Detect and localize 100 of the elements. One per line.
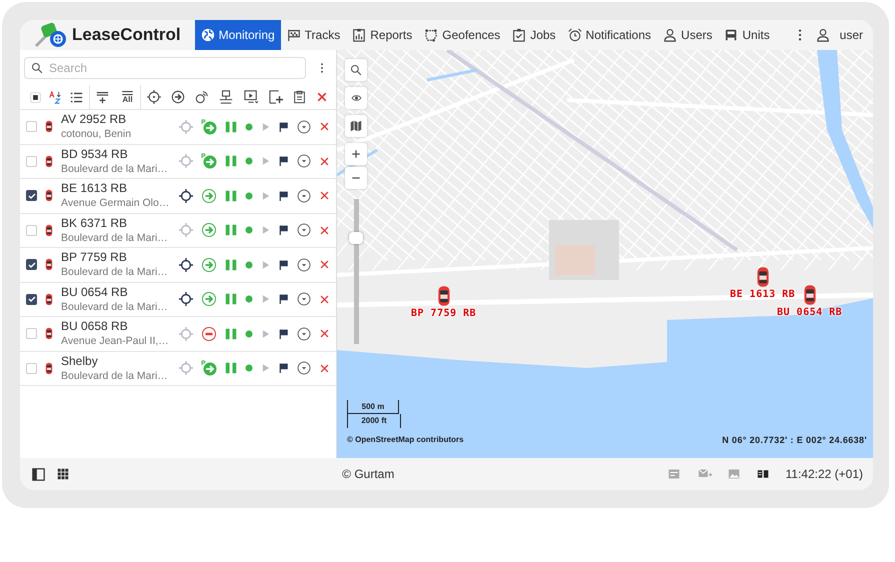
flag-button[interactable] [279,156,289,166]
unit-name[interactable]: AV 2952 RB [61,112,126,128]
unit-menu-button[interactable] [297,361,311,376]
add-frame-button[interactable] [269,90,283,104]
zoom-in-button[interactable] [345,143,367,165]
unit-state-button[interactable] [201,118,217,135]
map-search-button[interactable] [345,59,367,81]
locate-all-button[interactable] [147,90,161,104]
unit-state-button[interactable] [201,222,217,238]
flag-button[interactable] [279,260,289,270]
layout-button[interactable] [755,468,772,480]
remove-all-button[interactable] [316,91,328,103]
unit-state-button[interactable] [201,360,217,376]
pause-button[interactable] [225,326,237,341]
unit-name[interactable]: BK 6371 RB [61,216,128,231]
pause-button[interactable] [225,292,237,306]
nav-tab[interactable]: Notifications [562,20,658,50]
map-layers-button[interactable] [345,115,367,137]
unit-name[interactable]: BD 9534 RB [61,146,128,162]
gallery-button[interactable] [727,468,742,480]
unit-menu-button[interactable] [297,120,311,134]
flag-button[interactable] [279,225,289,236]
flag-icon [279,190,289,201]
network-button[interactable] [219,90,233,104]
unit-menu-button[interactable] [297,258,311,272]
commands-button[interactable] [293,90,306,104]
remove-unit-button[interactable] [319,156,330,167]
unit-checkbox[interactable] [26,259,37,270]
locate-button[interactable] [179,188,193,203]
unit-name[interactable]: BP 7759 RB [61,250,127,266]
flag-button[interactable] [279,363,289,374]
unit-menu-button[interactable] [297,326,311,341]
flag-button[interactable] [279,328,289,339]
nav-tab[interactable]: Users [657,20,718,50]
nav-tab[interactable]: Monitoring [194,20,281,50]
nav-tab[interactable]: Tracks [280,20,346,50]
nav-tab[interactable]: Jobs [506,20,562,50]
scale-bar-imperial: 2000 ft [347,414,401,428]
user-menu[interactable]: user [812,20,873,50]
visibility-button[interactable] [345,87,367,109]
unit-state-button[interactable] [201,256,217,273]
flag-button[interactable] [279,122,289,132]
state-button[interactable] [171,90,185,104]
car-icon [45,326,53,342]
unit-name[interactable]: BE 1613 RB [61,181,128,196]
alarm-clock-icon [568,28,582,42]
nav-tab[interactable]: Reports [346,20,418,50]
toggle-panel-button[interactable] [32,468,45,480]
search-field[interactable]: Search [24,57,306,79]
unit-name[interactable]: BU 0654 RB [61,284,128,300]
unit-menu-button[interactable] [297,292,311,306]
add-all-button[interactable]: All [121,90,134,104]
unit-checkbox[interactable] [26,294,37,305]
remove-unit-button[interactable] [319,362,330,374]
messages-button[interactable] [667,468,682,480]
remove-unit-button[interactable] [319,328,330,340]
status-dot-icon [245,157,253,166]
apps-button[interactable] [57,468,69,480]
coordinates-text: N 06° 20.7732' : E 002° 24.6638' [722,435,867,445]
remove-unit-button[interactable] [319,294,330,305]
nav-tab[interactable]: Geofences [418,20,506,50]
remove-unit-button[interactable] [319,259,330,270]
unit-state-button[interactable] [201,153,217,170]
unit-menu-button[interactable] [297,188,311,203]
remove-unit-button[interactable] [319,190,330,202]
sort-button[interactable] [49,90,62,104]
pause-button[interactable] [225,361,237,376]
pause-button[interactable] [225,154,237,168]
unit-address: Boulevard de la Mari… [61,265,168,280]
locate-button[interactable] [179,258,193,272]
unit-checkbox[interactable] [26,190,37,202]
pause-button[interactable] [225,258,237,272]
unit-state-button[interactable] [201,188,217,204]
unit-name[interactable]: Shelby [61,354,98,369]
locate-button[interactable] [179,292,193,306]
unit-state-button[interactable] [201,291,217,308]
zoom-slider-thumb[interactable] [349,232,363,244]
unit-address: Avenue Jean-Paul II,… [61,334,169,348]
pause-button[interactable] [225,188,237,203]
select-all-checkbox[interactable] [30,92,41,102]
connection-button[interactable] [195,90,209,104]
remove-unit-button[interactable] [319,224,330,236]
pause-button[interactable] [225,120,237,134]
arrow-circle-icon [201,188,217,204]
video-button[interactable] [243,90,259,104]
flag-button[interactable] [279,294,289,304]
unit-menu-button[interactable] [297,223,311,238]
pause-button[interactable] [225,223,237,238]
list-button[interactable] [70,90,83,104]
caret-circle-icon [297,223,311,238]
unit-name[interactable]: BU 0658 RB [61,319,128,334]
kebab-icon [798,28,802,42]
flag-button[interactable] [279,190,289,201]
unit-menu-button[interactable] [297,154,311,168]
close-icon [319,259,330,270]
add-to-list-button[interactable] [96,90,109,104]
remove-unit-button[interactable] [319,121,330,132]
checkbox-icon [30,92,41,102]
nav-tab[interactable]: Units [718,20,776,50]
unit-state-button[interactable] [201,326,217,342]
